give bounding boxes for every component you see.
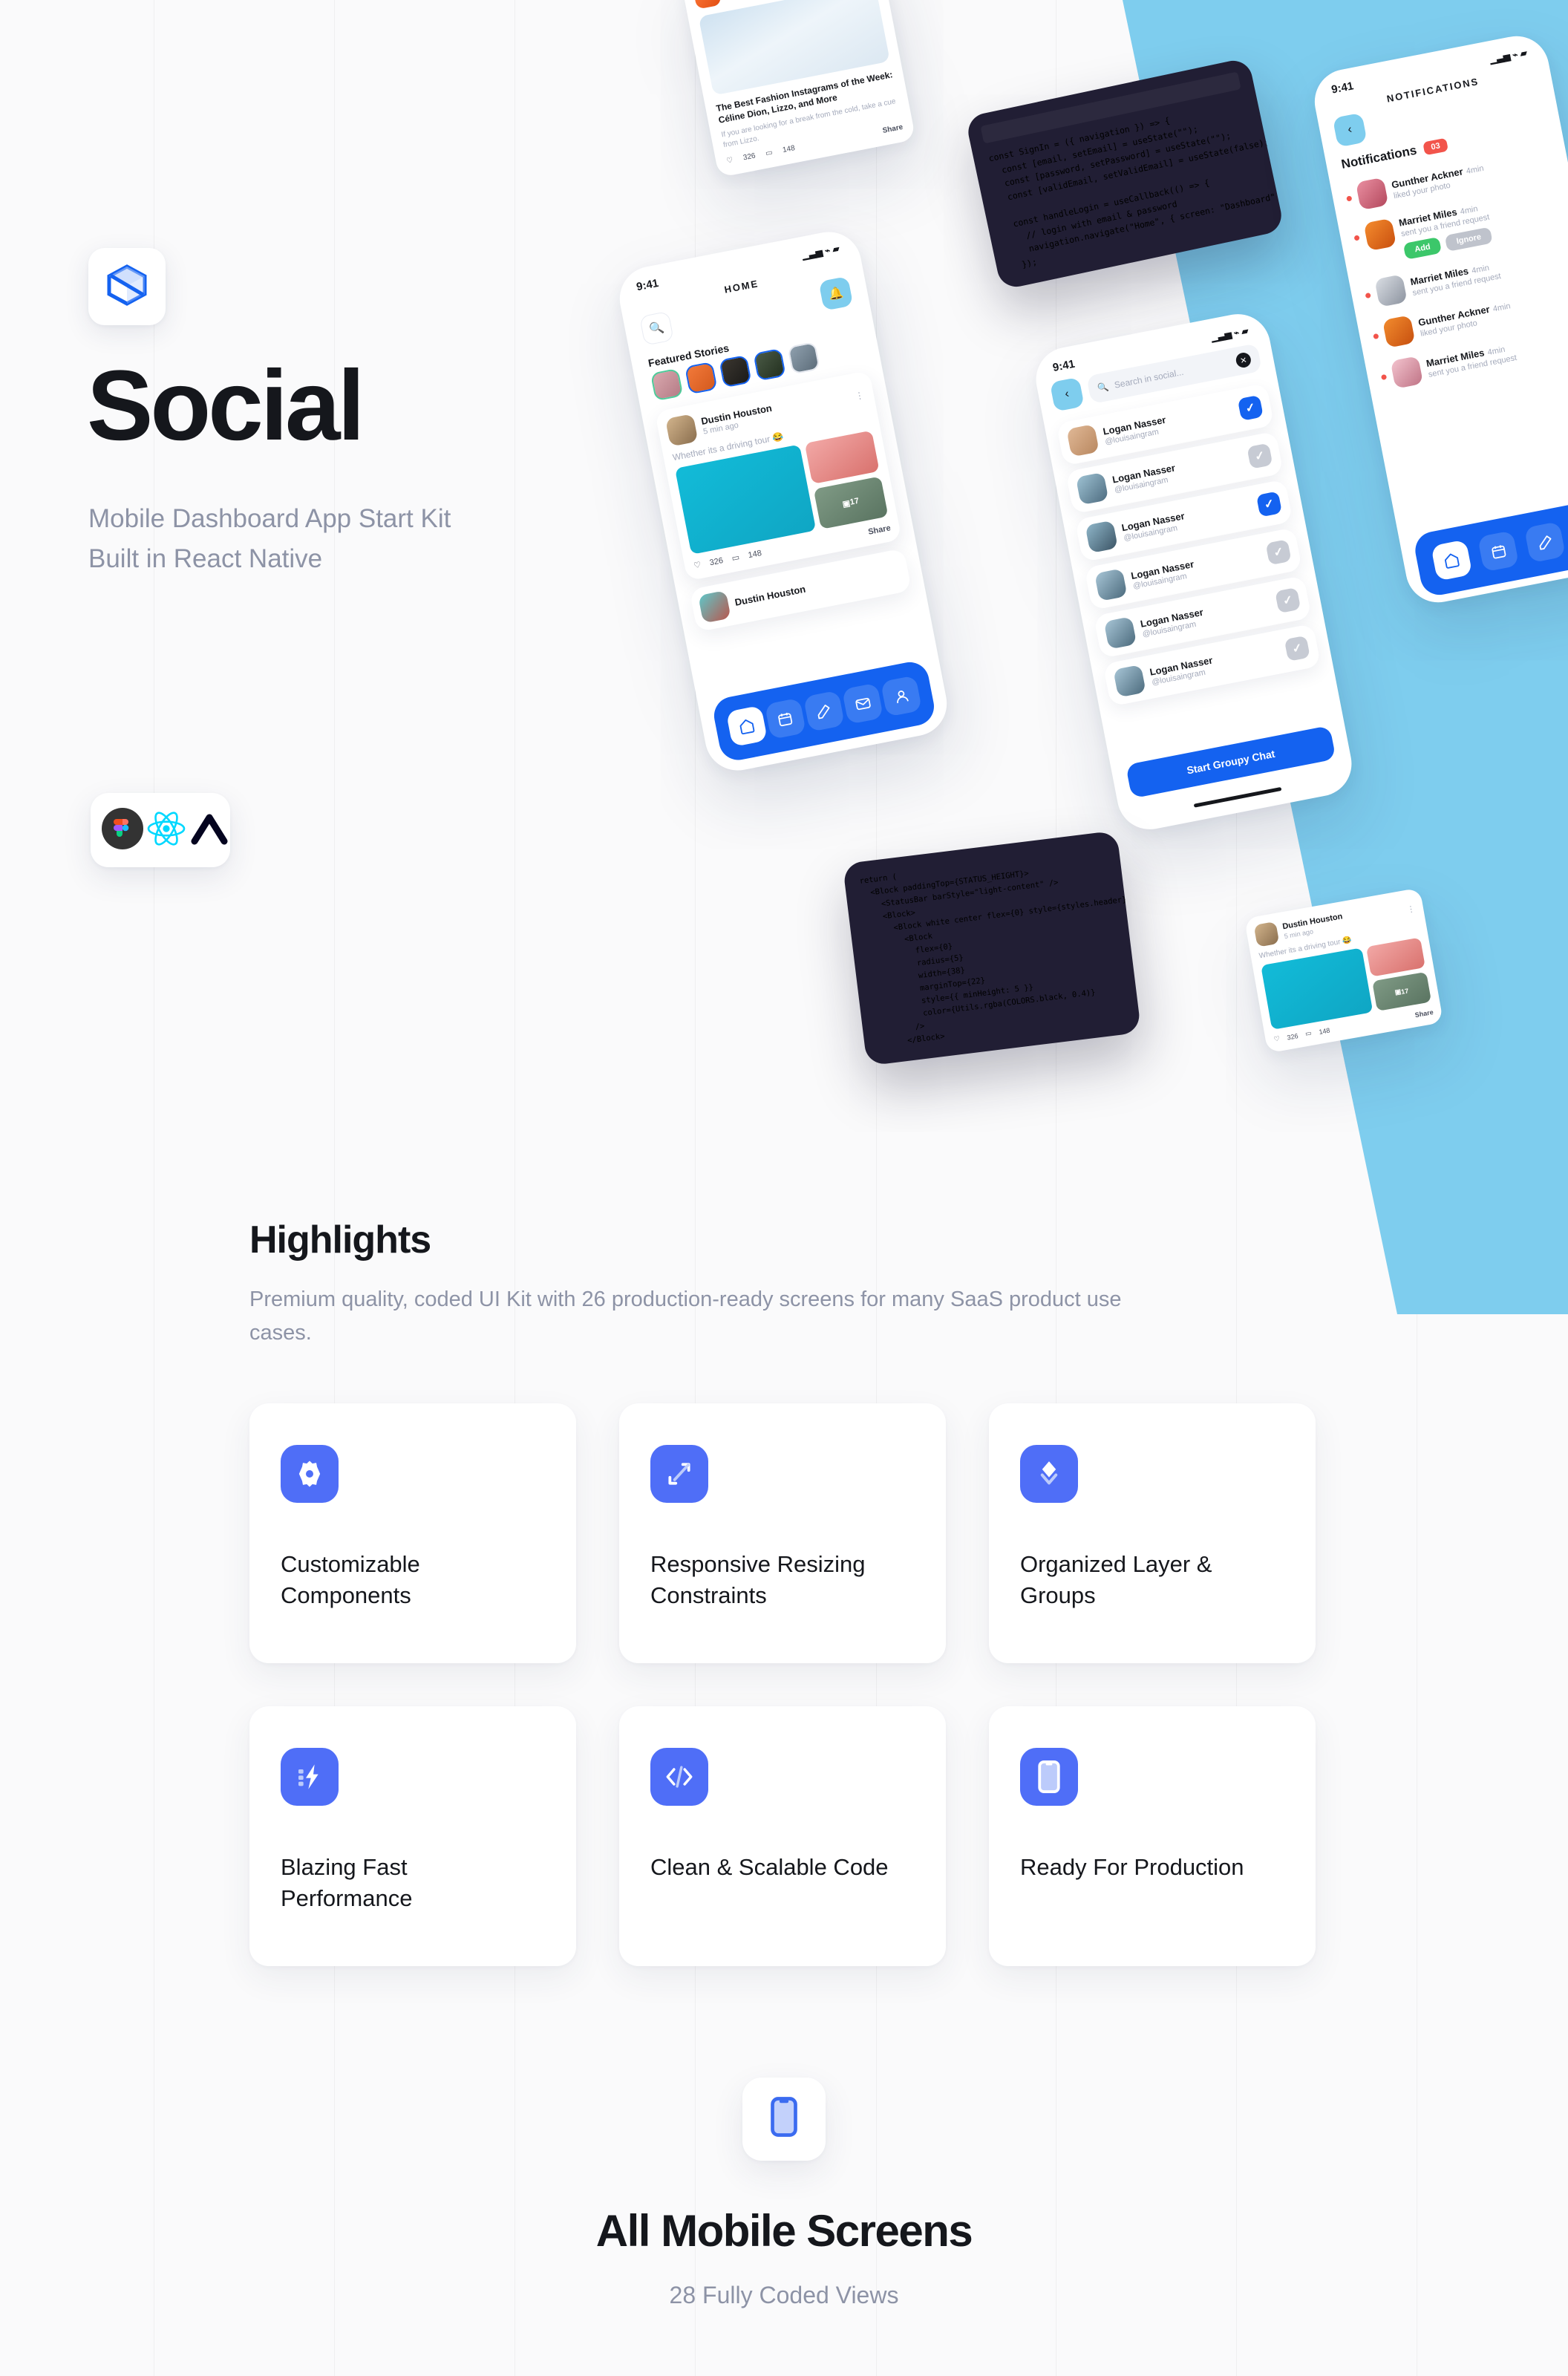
appgyver-logo-icon — [189, 809, 230, 852]
notif-status-time: 9:41 — [1330, 79, 1355, 97]
bottom-title: All Mobile Screens — [595, 2205, 973, 2256]
mobile-phone-icon — [771, 2097, 797, 2141]
highlight-card-title: Ready For Production — [1020, 1853, 1244, 1880]
notif-time: 4min — [1492, 301, 1512, 314]
like-icon: ♡ — [725, 156, 734, 166]
unread-dot-icon — [1365, 292, 1371, 298]
highlight-card-title: Blazing Fast Performance — [281, 1853, 413, 1912]
checkbox-unchecked[interactable]: ✓ — [1275, 587, 1301, 614]
page-title: Social — [87, 350, 365, 461]
home-icon[interactable] — [1431, 539, 1473, 581]
home-icon[interactable] — [725, 705, 768, 748]
highlights-title: Highlights — [249, 1218, 431, 1262]
highlight-card-title: Organized Layer & Groups — [1020, 1550, 1212, 1609]
post-share[interactable]: Share — [867, 523, 891, 537]
mockup-code-card-bottom: return ( <Block paddingTop={STATUS_HEIGH… — [842, 830, 1142, 1066]
brand-logo-badge — [88, 248, 166, 325]
highlight-card-blazing-fast[interactable]: Blazing Fast Performance — [249, 1706, 576, 1966]
checkbox-unchecked[interactable]: ✓ — [1265, 539, 1292, 566]
cube-logo-icon — [106, 264, 148, 310]
figma-logo-icon — [101, 807, 144, 854]
ignore-friend-button[interactable]: Ignore — [1445, 226, 1493, 252]
floating-share[interactable]: Share — [1414, 1008, 1434, 1019]
highlight-card-organized-layers[interactable]: Organized Layer & Groups — [989, 1403, 1316, 1663]
comment-icon[interactable]: ▭ — [731, 552, 741, 564]
highlight-card-title: Clean & Scalable Code — [650, 1853, 889, 1880]
react-logo-icon — [144, 809, 189, 852]
checkbox-unchecked[interactable]: ✓ — [1284, 635, 1310, 662]
hero-subtitle: Mobile Dashboard App Start Kit Built in … — [88, 504, 451, 574]
close-icon[interactable]: ✕ — [1235, 351, 1252, 369]
post-photo-count: 17 — [849, 496, 860, 508]
signal-icon: ▁▃▅ ⌁ ▰ — [1489, 47, 1528, 65]
lightning-bolt-icon — [281, 1747, 339, 1806]
home-bottom-nav — [710, 659, 938, 763]
search-icon: 🔍 — [1097, 381, 1110, 394]
start-groupy-chat-button[interactable]: Start Groupy Chat — [1125, 725, 1336, 799]
hero-section: Social Mobile Dashboard App Start Kit Bu… — [0, 0, 1568, 1314]
post-comments: 148 — [747, 548, 762, 560]
person-icon[interactable] — [881, 675, 923, 717]
post-likes: 326 — [708, 555, 725, 567]
mobile-phone-badge — [742, 2077, 826, 2161]
highlight-card-title: Responsive Resizing Constraints — [650, 1550, 866, 1609]
layers-icon — [1020, 1444, 1078, 1503]
unread-dot-icon — [1380, 373, 1388, 380]
calendar-icon[interactable] — [1477, 530, 1520, 572]
more-icon[interactable]: ⋮ — [855, 390, 866, 402]
home-indicator — [1193, 786, 1282, 808]
pencil-icon[interactable] — [1523, 521, 1567, 564]
unread-dot-icon — [1346, 195, 1353, 202]
floating-photo-count: 17 — [1400, 986, 1409, 996]
calendar-icon[interactable] — [764, 697, 806, 740]
code-brackets-icon — [650, 1747, 708, 1806]
article-comments: 148 — [782, 144, 796, 155]
like-icon[interactable]: ♡ — [1273, 1034, 1281, 1043]
resize-arrows-icon — [650, 1444, 708, 1503]
second-post-author: Dustin Houston — [734, 583, 807, 608]
highlight-card-ready-for-production[interactable]: Ready For Production — [989, 1706, 1316, 1966]
mockup-home-phone: 9:41 ▁▃▅ ⌁ ▰ HOME 🔍 🔔 Featured Stories D… — [614, 226, 953, 777]
code-bottom-content: return ( <Block paddingTop={STATUS_HEIGH… — [858, 869, 1132, 1049]
bottom-subtitle: 28 Fully Coded Views — [669, 2281, 899, 2308]
more-icon[interactable]: ⋮ — [1406, 904, 1416, 915]
gear-icon — [281, 1444, 339, 1503]
mail-icon[interactable] — [841, 682, 884, 725]
checkbox-checked[interactable]: ✓ — [1237, 394, 1264, 421]
floating-likes: 326 — [1286, 1031, 1299, 1042]
highlight-card-title: Customizable Components — [281, 1550, 420, 1609]
highlight-card-customizable-components[interactable]: Customizable Components — [249, 1403, 576, 1663]
pencil-icon[interactable] — [803, 690, 846, 732]
highlight-card-clean-code[interactable]: Clean & Scalable Code — [619, 1706, 946, 1966]
mockup-article-card: Katherine Ca 5min ago The Best Fashion I… — [680, 0, 916, 178]
highlights-card-grid: Customizable Components Responsive Resiz… — [249, 1403, 1568, 1966]
notification-list: Gunther Ackner 4min liked your photo Mar… — [1329, 133, 1568, 403]
highlight-card-responsive-resizing[interactable]: Responsive Resizing Constraints — [619, 1403, 946, 1663]
mobile-phone-icon — [1020, 1747, 1078, 1806]
article-share: Share — [881, 123, 904, 136]
unread-dot-icon — [1353, 235, 1360, 241]
like-icon[interactable]: ♡ — [693, 560, 702, 571]
comment-icon: ▭ — [765, 148, 774, 158]
checkbox-checked[interactable]: ✓ — [1255, 491, 1283, 518]
highlights-subtitle: Premium quality, coded UI Kit with 26 pr… — [249, 1287, 1122, 1345]
checkbox-unchecked[interactable]: ✓ — [1247, 443, 1273, 469]
highlights-section: Highlights Premium quality, coded UI Kit… — [0, 1181, 1568, 1966]
unread-dot-icon — [1373, 333, 1379, 339]
home-status-time: 9:41 — [635, 276, 660, 294]
signal-icon: ▁▃▅ ⌁ ▰ — [801, 242, 840, 261]
add-friend-button[interactable]: Add — [1402, 236, 1443, 260]
comment-icon[interactable]: ▭ — [1304, 1029, 1312, 1038]
tech-stack-badge — [91, 793, 230, 867]
status-badge: 03 — [1422, 137, 1449, 156]
article-likes: 326 — [742, 151, 757, 163]
all-mobile-screens-section: All Mobile Screens 28 Fully Coded Views — [0, 2077, 1568, 2309]
floating-comments: 148 — [1318, 1026, 1331, 1036]
search-input[interactable]: Search in social... — [1114, 367, 1185, 391]
notif-time: 4min — [1465, 163, 1485, 177]
